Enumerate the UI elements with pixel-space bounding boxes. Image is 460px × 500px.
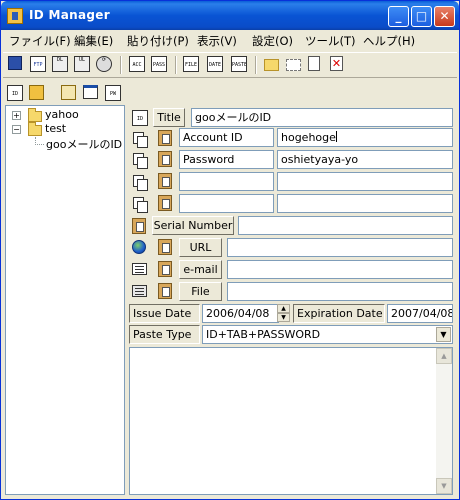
account-id-value: hogehoge bbox=[281, 131, 336, 144]
expand-icon[interactable]: + bbox=[12, 111, 21, 120]
account-id-field[interactable]: hogehoge bbox=[277, 128, 453, 147]
paste-type-select[interactable]: ID+TAB+PASSWORD ▼ bbox=[202, 325, 453, 344]
menu-tools[interactable]: ツール(T) bbox=[305, 33, 356, 49]
title-button[interactable]: Title bbox=[153, 108, 185, 127]
app-window: ID Manager _ □ ✕ ファイル(F) 編集(E) 貼り付け(P) 表… bbox=[0, 0, 460, 500]
issue-date-label: Issue Date bbox=[129, 304, 200, 323]
scroll-down-icon[interactable]: ▼ bbox=[436, 478, 452, 494]
tree-connector bbox=[35, 137, 44, 145]
expiration-date-field[interactable]: 2007/04/08 bbox=[387, 304, 453, 323]
menu-file[interactable]: ファイル(F) bbox=[9, 33, 71, 49]
upload-icon[interactable]: UL bbox=[74, 56, 92, 74]
memo-textarea[interactable]: ▲ ▼ bbox=[129, 347, 453, 495]
app-icon bbox=[7, 8, 23, 24]
tree-window-icon[interactable] bbox=[83, 85, 101, 103]
delete-icon[interactable]: ✕ bbox=[330, 56, 348, 74]
paste-type-value: ID+TAB+PASSWORD bbox=[206, 328, 321, 341]
custom-label-1[interactable] bbox=[179, 172, 274, 191]
copy-icon[interactable] bbox=[133, 132, 149, 148]
main-toolbar: FTP DL UL ⟳ ACC PASS FILE DATE PASTE ✕ bbox=[3, 52, 457, 78]
save-icon[interactable] bbox=[8, 56, 26, 74]
custom-label-2[interactable] bbox=[179, 194, 274, 213]
paste-clipboard-icon[interactable] bbox=[158, 239, 174, 255]
new-subfolder-icon[interactable] bbox=[286, 56, 304, 74]
file-icon[interactable]: FILE bbox=[183, 56, 201, 74]
issue-date-field[interactable]: 2006/04/08 bbox=[202, 304, 279, 323]
serial-number-field[interactable] bbox=[238, 216, 453, 235]
download-icon[interactable]: DL bbox=[52, 56, 70, 74]
memo-scrollbar[interactable]: ▲ ▼ bbox=[436, 348, 452, 494]
minimize-button[interactable]: _ bbox=[388, 6, 409, 27]
tree-key-icon[interactable] bbox=[61, 85, 79, 103]
tree-new-icon[interactable]: ID bbox=[7, 85, 25, 103]
tree-sort-icon[interactable] bbox=[29, 85, 47, 103]
window-title: ID Manager bbox=[29, 8, 110, 22]
text-caret bbox=[335, 131, 337, 142]
menu-help[interactable]: ヘルプ(H) bbox=[363, 33, 415, 49]
close-button[interactable]: ✕ bbox=[434, 6, 455, 27]
custom-field-2[interactable] bbox=[277, 194, 453, 213]
account-id-label[interactable]: Account ID bbox=[179, 128, 274, 147]
file-button[interactable]: File bbox=[179, 282, 222, 301]
new-folder-icon[interactable] bbox=[264, 56, 282, 74]
paste-clipboard-icon[interactable] bbox=[158, 151, 174, 167]
globe-icon[interactable] bbox=[132, 240, 148, 256]
paste-clipboard-icon[interactable] bbox=[132, 218, 148, 234]
tree-toolbar: ID PW bbox=[3, 81, 128, 105]
folder-open-icon bbox=[28, 122, 42, 136]
folder-tree[interactable]: + yahoo − test gooメールのID bbox=[5, 105, 125, 495]
toolbar-separator bbox=[120, 56, 122, 74]
chevron-down-icon[interactable]: ▼ bbox=[436, 327, 451, 342]
paste-icon[interactable]: PASTE bbox=[231, 56, 249, 74]
copy-icon[interactable] bbox=[133, 153, 149, 169]
pass-icon[interactable]: PASS bbox=[151, 56, 169, 74]
copy-icon[interactable] bbox=[133, 175, 149, 191]
toolbar-separator bbox=[175, 56, 177, 74]
serial-number-button[interactable]: Serial Number bbox=[152, 216, 234, 235]
expiration-date-label: Expiration Date bbox=[293, 304, 385, 323]
tree-pass-icon[interactable]: PW bbox=[105, 85, 123, 103]
maximize-button[interactable]: □ bbox=[411, 6, 432, 27]
password-label[interactable]: Password bbox=[179, 150, 274, 169]
menu-view[interactable]: 表示(V) bbox=[197, 33, 237, 49]
id-icon[interactable]: ID bbox=[132, 110, 148, 126]
tree-item-test[interactable]: test bbox=[45, 122, 66, 135]
paste-clipboard-icon[interactable] bbox=[158, 261, 174, 277]
paste-type-label: Paste Type bbox=[129, 325, 200, 344]
sync-icon[interactable]: ⟳ bbox=[96, 56, 114, 74]
folder-icon bbox=[28, 108, 42, 122]
file-field[interactable] bbox=[227, 282, 453, 301]
spin-down-icon[interactable]: ▼ bbox=[277, 313, 290, 322]
mail-icon[interactable] bbox=[132, 263, 148, 279]
menu-edit[interactable]: 編集(E) bbox=[74, 33, 113, 49]
title-bar[interactable]: ID Manager _ □ ✕ bbox=[1, 1, 459, 30]
email-button[interactable]: e-mail bbox=[179, 260, 222, 279]
copy-icon[interactable] bbox=[133, 197, 149, 213]
paste-clipboard-icon[interactable] bbox=[158, 283, 174, 299]
paste-clipboard-icon[interactable] bbox=[158, 130, 174, 146]
email-field[interactable] bbox=[227, 260, 453, 279]
menu-bar: ファイル(F) 編集(E) 貼り付け(P) 表示(V) 設定(O) ツール(T)… bbox=[1, 30, 459, 50]
scroll-up-icon[interactable]: ▲ bbox=[436, 348, 452, 364]
date-spinner[interactable]: ▲ ▼ bbox=[277, 304, 290, 323]
spin-up-icon[interactable]: ▲ bbox=[277, 304, 290, 313]
paste-clipboard-icon[interactable] bbox=[158, 173, 174, 189]
toolbar-separator bbox=[255, 56, 257, 74]
tree-item-yahoo[interactable]: yahoo bbox=[45, 108, 79, 121]
password-field[interactable]: oshietyaya-yo bbox=[277, 150, 453, 169]
url-button[interactable]: URL bbox=[179, 238, 222, 257]
tree-item-goo[interactable]: gooメールのID bbox=[46, 136, 122, 152]
file-list-icon[interactable] bbox=[132, 285, 148, 301]
paste-clipboard-icon[interactable] bbox=[158, 195, 174, 211]
menu-paste[interactable]: 貼り付け(P) bbox=[127, 33, 189, 49]
menu-settings[interactable]: 設定(O) bbox=[252, 33, 293, 49]
collapse-icon[interactable]: − bbox=[12, 125, 21, 134]
date-icon[interactable]: DATE bbox=[207, 56, 225, 74]
custom-field-1[interactable] bbox=[277, 172, 453, 191]
url-field[interactable] bbox=[227, 238, 453, 257]
ftp-icon[interactable]: FTP bbox=[30, 56, 48, 74]
title-field[interactable]: gooメールのID bbox=[191, 108, 453, 127]
acc-icon[interactable]: ACC bbox=[129, 56, 147, 74]
new-item-icon[interactable] bbox=[308, 56, 326, 74]
